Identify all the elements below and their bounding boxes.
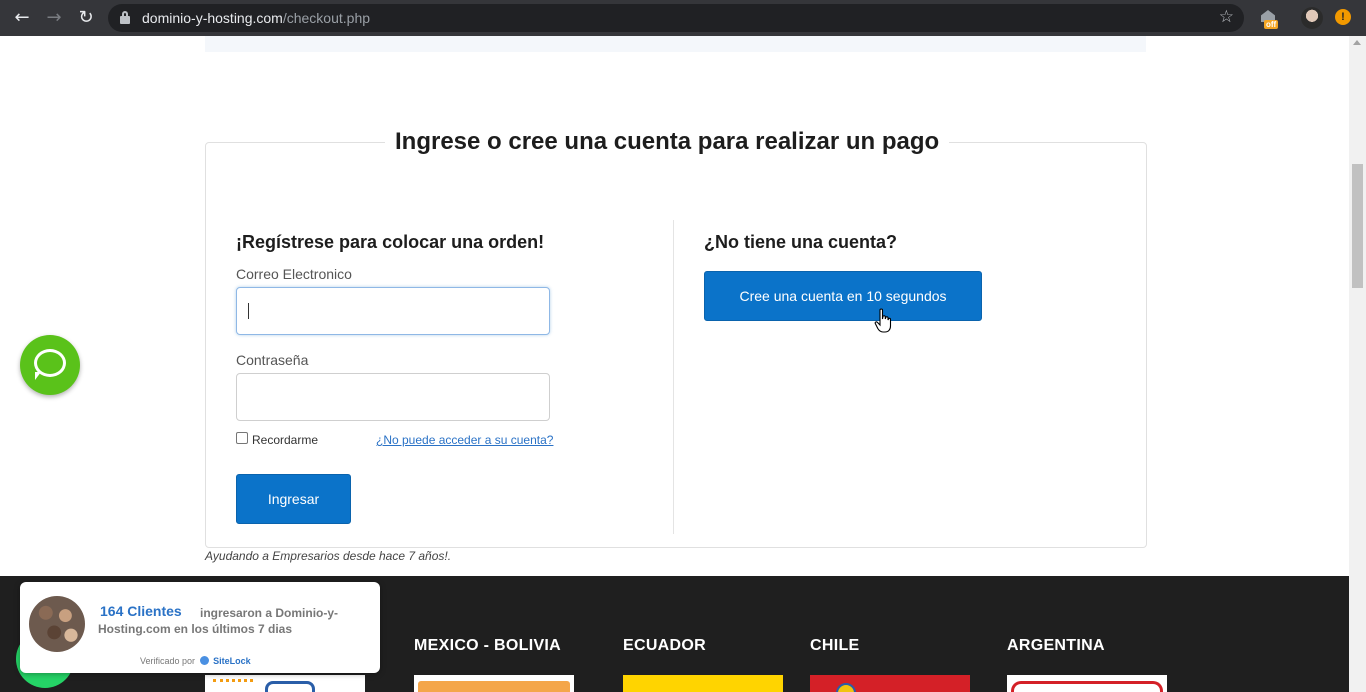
scrollbar-thumb[interactable] bbox=[1352, 164, 1363, 288]
payment-logo-ecuador bbox=[623, 675, 783, 692]
payment-logo-mexico bbox=[414, 675, 574, 692]
email-field[interactable] bbox=[236, 287, 550, 335]
forward-arrow-icon[interactable]: → bbox=[44, 8, 64, 28]
star-icon[interactable]: ☆ bbox=[1219, 7, 1234, 27]
forgot-account-link[interactable]: ¿No puede acceder a su cuenta? bbox=[376, 433, 553, 447]
chat-widget-button[interactable] bbox=[20, 335, 80, 395]
remember-label[interactable]: Recordarme bbox=[252, 433, 318, 447]
country-ecuador: ECUADOR bbox=[623, 637, 706, 654]
url-text: dominio-y-hosting.com/checkout.php bbox=[142, 10, 371, 26]
password-field[interactable] bbox=[236, 373, 550, 421]
column-divider bbox=[673, 220, 674, 534]
scroll-up-icon[interactable] bbox=[1353, 40, 1361, 45]
text-caret bbox=[248, 303, 249, 319]
previous-section-strip bbox=[205, 36, 1146, 52]
verified-check-icon bbox=[199, 656, 209, 665]
email-label: Correo Electronico bbox=[236, 266, 352, 282]
social-proof-notification[interactable]: ingresaron a Dominio-y-Hosting.com en lo… bbox=[20, 582, 380, 673]
chat-icon-tail bbox=[35, 372, 41, 380]
payment-logo-ach bbox=[205, 675, 365, 692]
country-argentina: ARGENTINA bbox=[1007, 637, 1105, 654]
no-account-title: ¿No tiene una cuenta? bbox=[704, 232, 898, 252]
country-mexico-bolivia: MEXICO - BOLIVIA bbox=[414, 637, 562, 654]
sitelock-brand: SiteLock bbox=[213, 656, 251, 666]
update-alert-icon[interactable]: ! bbox=[1335, 9, 1351, 25]
reload-icon[interactable]: ↻ bbox=[76, 8, 96, 28]
page-scrollbar[interactable] bbox=[1349, 36, 1366, 692]
lock-icon bbox=[120, 11, 130, 24]
address-bar[interactable]: dominio-y-hosting.com/checkout.php ☆ bbox=[108, 4, 1244, 32]
customers-photo bbox=[29, 596, 85, 652]
payment-logo-argentina bbox=[1007, 675, 1167, 692]
login-button[interactable]: Ingresar bbox=[236, 474, 351, 524]
tagline: Ayudando a Empresarios desde hace 7 años… bbox=[205, 549, 452, 563]
profile-avatar[interactable] bbox=[1301, 7, 1323, 29]
notification-count: 164 Clientes bbox=[100, 603, 182, 619]
verified-by: Verificado por SiteLock bbox=[140, 656, 251, 666]
password-label: Contraseña bbox=[236, 352, 309, 368]
login-heading: Ingrese o cree una cuenta para realizar … bbox=[385, 128, 950, 156]
register-title: ¡Regístrese para colocar una orden! bbox=[236, 232, 545, 252]
browser-toolbar: ← → ↻ dominio-y-hosting.com/checkout.php… bbox=[0, 0, 1366, 36]
back-arrow-icon[interactable]: ← bbox=[12, 8, 32, 28]
country-chile: CHILE bbox=[810, 637, 860, 654]
hand-cursor-icon bbox=[874, 308, 892, 333]
payment-logo-chile bbox=[810, 675, 970, 692]
create-account-button[interactable]: Cree una cuenta en 10 segundos bbox=[704, 271, 982, 321]
verified-label: Verificado por bbox=[140, 656, 196, 666]
extension-badge: off bbox=[1264, 20, 1279, 29]
remember-checkbox[interactable] bbox=[236, 432, 248, 444]
extension-icon[interactable]: off bbox=[1258, 8, 1280, 30]
